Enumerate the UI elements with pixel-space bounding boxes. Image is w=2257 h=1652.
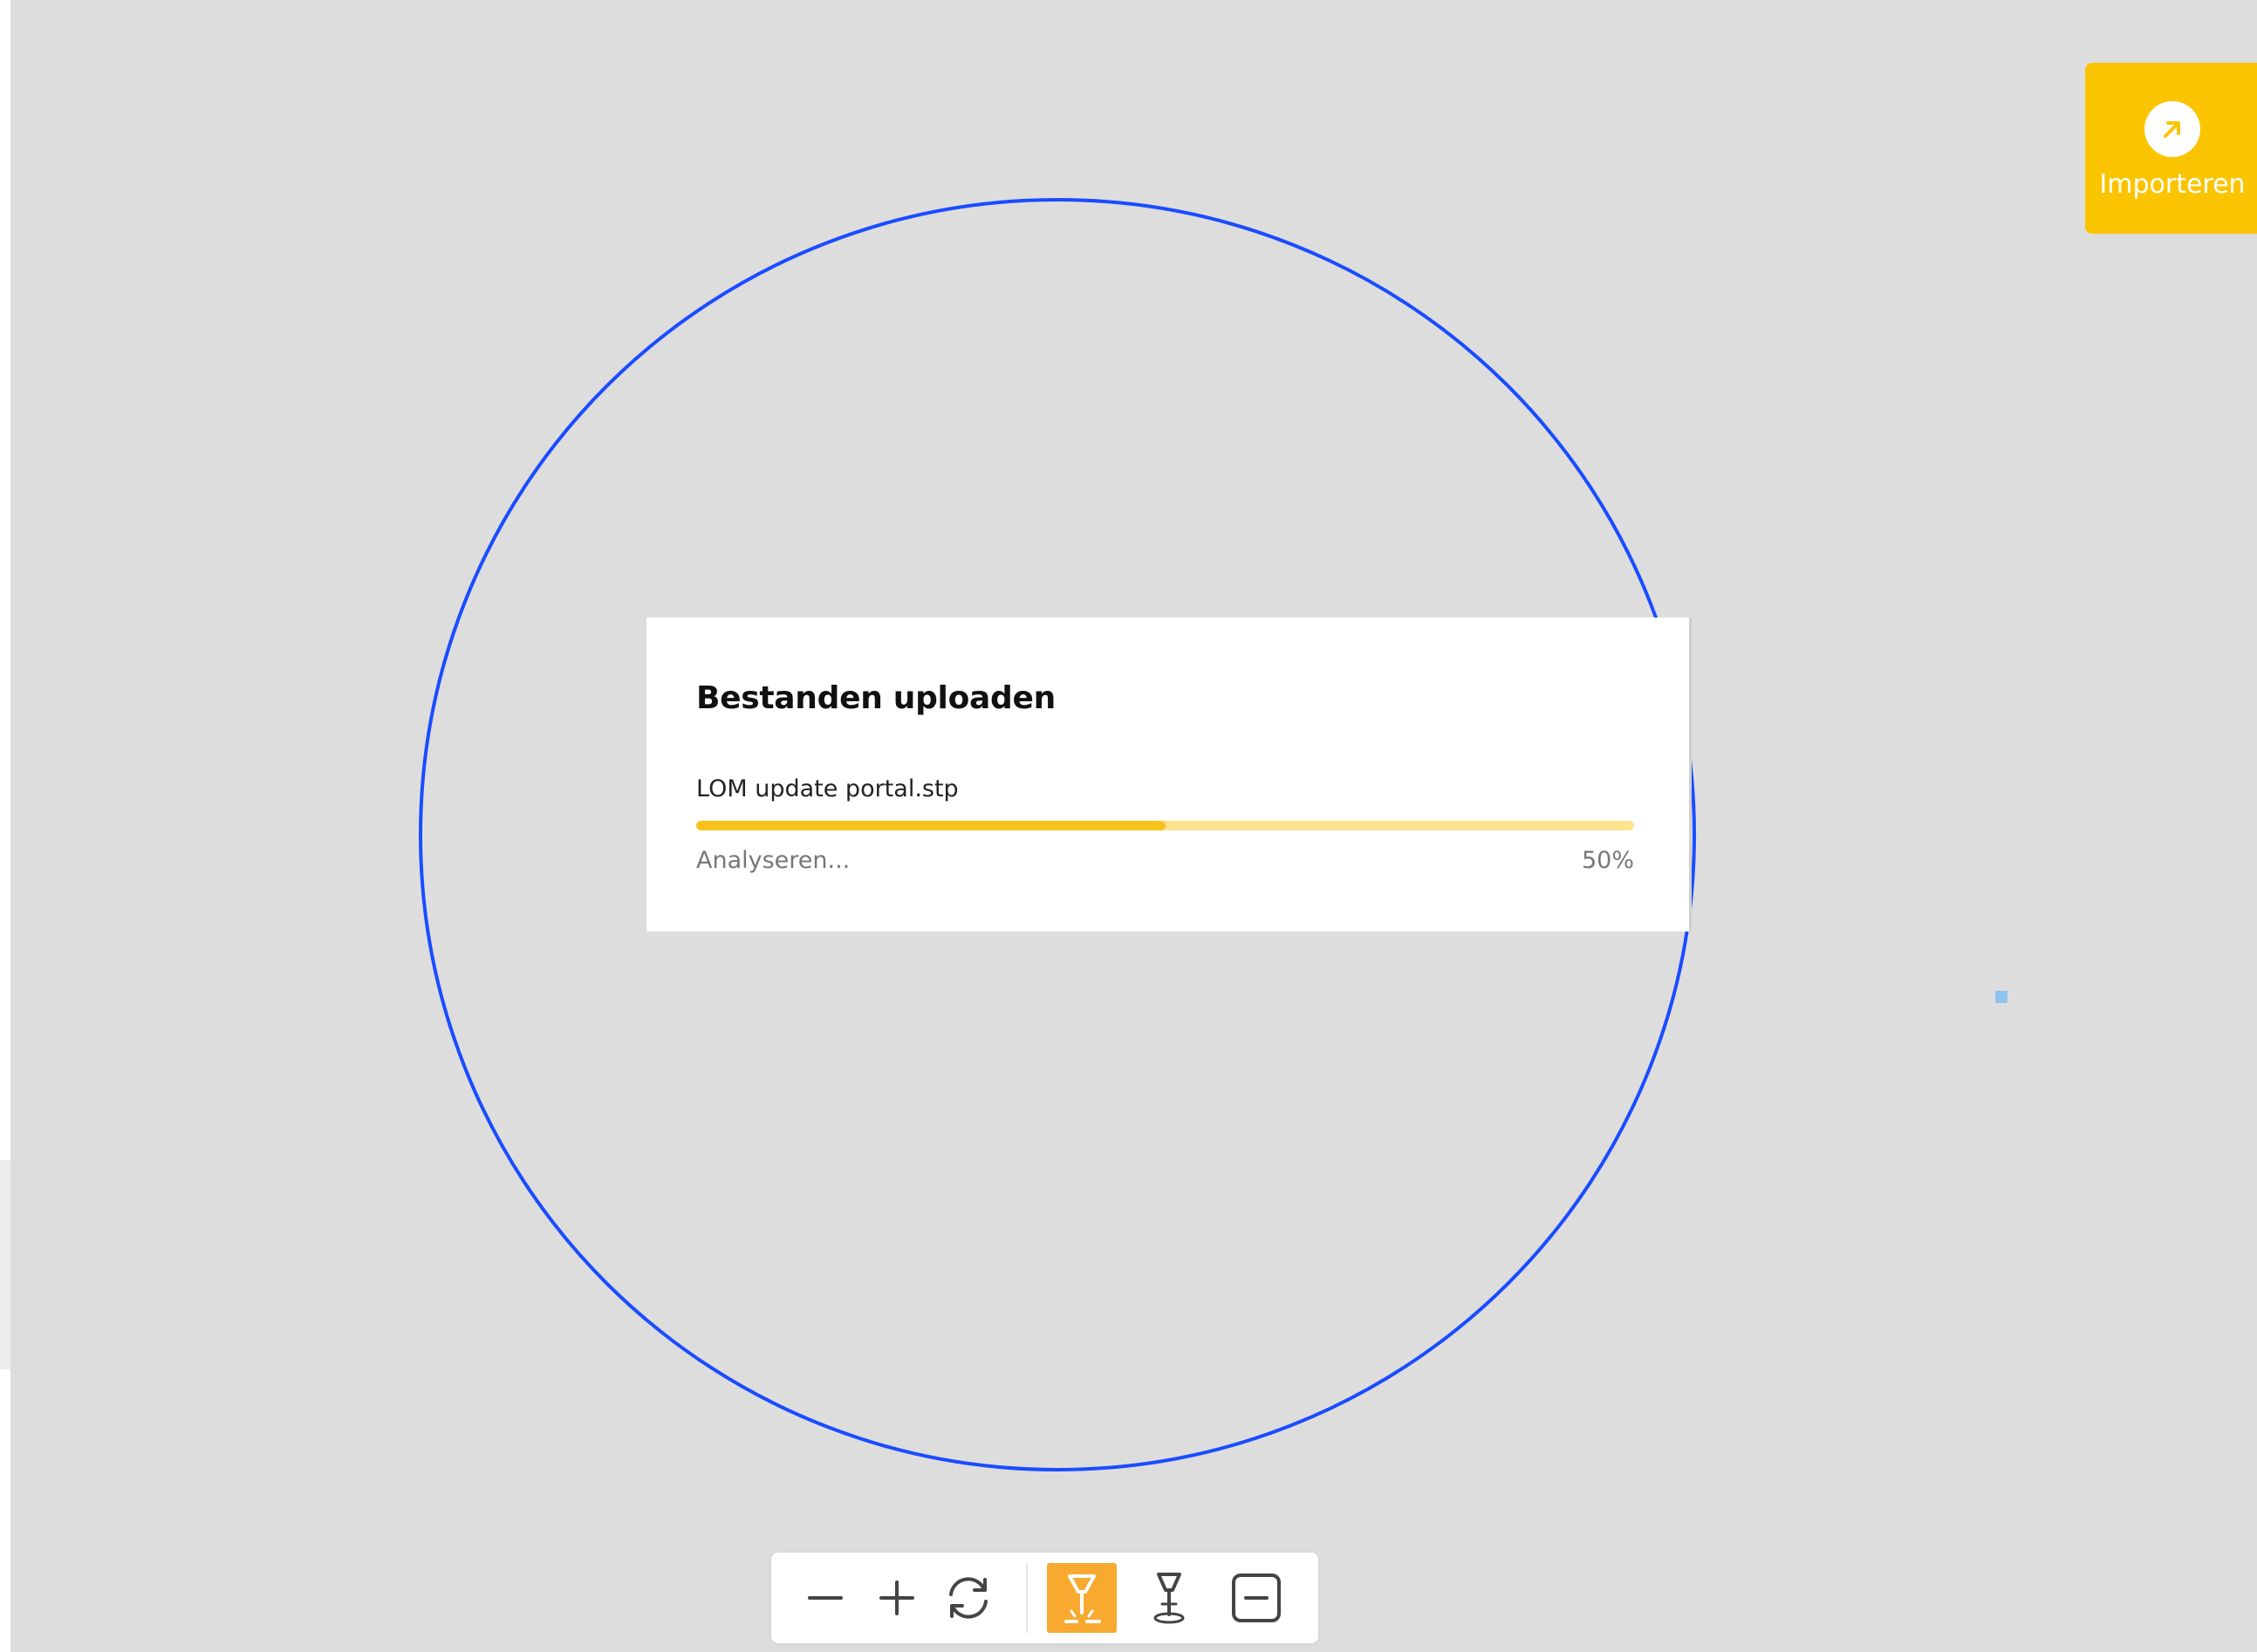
dialog-title: Bestanden uploaden <box>696 680 1056 716</box>
remove-button[interactable] <box>1221 1563 1291 1633</box>
left-panel-edge <box>0 0 10 1652</box>
zoom-in-button[interactable] <box>862 1563 932 1633</box>
upload-progress-bar <box>696 821 1634 830</box>
viewport-canvas[interactable]: Importeren Bestanden uploaden LOM update… <box>0 0 2257 1652</box>
toolbar-separator <box>1026 1563 1028 1633</box>
laser-engrave-icon <box>1153 1573 1185 1624</box>
arrow-up-right-icon <box>2144 101 2200 157</box>
selection-marker <box>1995 991 2007 1003</box>
import-button-label: Importeren <box>2099 169 2246 200</box>
laser-cut-icon <box>1064 1574 1101 1623</box>
plus-icon <box>879 1580 914 1615</box>
laser-engrave-button[interactable] <box>1134 1563 1204 1633</box>
upload-dialog: Bestanden uploaden LOM update portal.stp… <box>646 618 1692 932</box>
upload-file-name: LOM update portal.stp <box>696 775 959 802</box>
rotate-icon <box>949 1577 988 1619</box>
upload-percent: 50% <box>1581 847 1634 874</box>
left-panel-tab <box>0 1160 10 1369</box>
rotate-button[interactable] <box>934 1563 1003 1633</box>
upload-status: Analyseren... <box>696 847 851 874</box>
import-button[interactable]: Importeren <box>2085 63 2257 234</box>
view-toolbar <box>771 1553 1318 1643</box>
zoom-out-button[interactable] <box>790 1563 860 1633</box>
laser-cut-button[interactable] <box>1047 1563 1117 1633</box>
minus-square-icon <box>1232 1573 1281 1622</box>
upload-progress-fill <box>696 821 1166 830</box>
minus-icon <box>808 1596 843 1600</box>
